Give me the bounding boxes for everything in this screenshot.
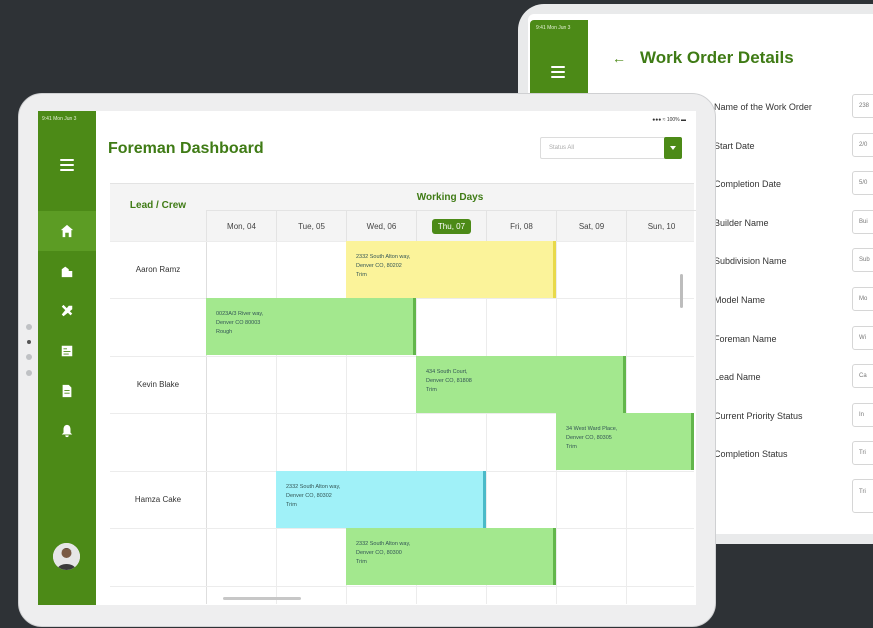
subdivision-name-field[interactable]: Sub — [852, 248, 873, 273]
working-days-header: Working Days — [416, 192, 484, 203]
field-label: Lead Name — [714, 372, 761, 383]
field-label: Foreman Name — [714, 333, 777, 344]
work-order-name-field[interactable]: 238 — [852, 94, 873, 118]
chevron-down-icon[interactable] — [664, 137, 682, 159]
filter-placeholder: Status All — [549, 145, 575, 151]
menu-icon[interactable] — [60, 159, 74, 174]
day-header[interactable]: Tue, 05 — [276, 210, 346, 241]
builder-name-field[interactable]: Bui — [852, 209, 873, 234]
completion-status-field[interactable]: Tri — [852, 441, 873, 466]
day-header-active[interactable]: Thu, 07 — [416, 210, 486, 241]
status-time: 9:41 Mon Jun 3 — [42, 116, 77, 122]
back-arrow-icon[interactable]: ← — [612, 50, 626, 66]
sidebar: 9:41 Mon Jun 3 — [38, 111, 96, 605]
completion-date-field[interactable]: 5/0 — [852, 171, 873, 196]
field-label: Builder Name — [714, 217, 769, 228]
page-title: Work Order Details — [640, 48, 794, 67]
field-label: Completion Status — [714, 449, 788, 460]
sidebar-item-documents[interactable] — [38, 371, 96, 411]
schedule-event[interactable]: 434 South Court, Denver CO, 81808 Trim — [416, 356, 626, 413]
schedule-event[interactable]: 0023A/3 River way, Denver CO 80003 Rough — [206, 298, 416, 355]
dashboard-screen: 9:41 Mon Jun 3 Foreman Dashboard ●●● ≈ 1… — [38, 111, 696, 605]
schedule-event[interactable]: 2332 South Alton way, Denver CO, 80302 Tri… — [276, 471, 486, 528]
tools-icon — [61, 304, 73, 317]
work-order-sidebar: 9:41 Mon Jun 3 — [530, 20, 588, 100]
day-header[interactable]: Mon, 04 — [206, 210, 276, 241]
field-label: Subdivision Name — [714, 256, 787, 267]
sidebar-item-buildings[interactable] — [38, 251, 96, 291]
document-icon — [62, 384, 72, 398]
page-dots — [26, 324, 32, 386]
field-label: Model Name — [714, 294, 766, 305]
start-date-field[interactable]: 2/0 — [852, 132, 873, 157]
notes-textarea[interactable]: Tri — [852, 479, 873, 513]
buildings-icon — [61, 266, 73, 278]
model-name-field[interactable]: Mo — [852, 286, 873, 311]
crew-name: Aaron Ramz — [135, 265, 181, 274]
avatar[interactable] — [53, 543, 80, 570]
horizontal-scrollbar[interactable] — [223, 597, 301, 600]
status-filter-dropdown[interactable]: Status All — [540, 137, 682, 159]
crew-name: Hamza Cake — [134, 495, 182, 504]
vertical-scrollbar[interactable] — [680, 274, 683, 308]
day-header[interactable]: Sun, 10 — [626, 210, 696, 241]
sidebar-item-notifications[interactable] — [38, 411, 96, 451]
status-time: 9:41 Mon Jun 3 — [536, 25, 571, 31]
menu-icon[interactable] — [551, 66, 565, 81]
bell-icon — [61, 424, 73, 438]
sidebar-item-home[interactable] — [38, 211, 96, 251]
day-header[interactable]: Sat, 09 — [556, 210, 626, 241]
field-label: Completion Date — [714, 179, 782, 190]
lead-name-field[interactable]: Ca — [852, 364, 873, 389]
schedule-grid: Lead / Crew Working Days Mon, 04 Tue, 05… — [110, 183, 696, 604]
user-avatar-icon — [53, 543, 80, 570]
crew-name: Kevin Blake — [136, 380, 180, 389]
field-label: Current Priority Status — [714, 410, 803, 421]
work-order-header: ← Work Order Details — [612, 48, 794, 68]
schedule-event[interactable]: 2332 South Alton way, Denver CO, 80300 Tri… — [346, 528, 556, 585]
field-label: Start Date — [714, 140, 755, 151]
foreman-name-field[interactable]: Wi — [852, 325, 873, 350]
report-icon — [61, 345, 73, 357]
battery-percent: 100% — [666, 117, 680, 123]
priority-status-field[interactable]: In — [852, 402, 873, 427]
sidebar-item-tools[interactable] — [38, 291, 96, 331]
day-header[interactable]: Fri, 08 — [486, 210, 556, 241]
page-title: Foreman Dashboard — [108, 140, 264, 157]
schedule-event[interactable]: 34 West Ward Place, Denver CO, 80305 Trim — [556, 413, 694, 470]
day-header[interactable]: Wed, 06 — [346, 210, 416, 241]
schedule-event[interactable]: 2332 South Alton way, Denver CO, 80202 Tri… — [346, 241, 556, 298]
field-label: Name of the Work Order — [714, 102, 812, 112]
sidebar-item-reports[interactable] — [38, 331, 96, 371]
home-icon — [60, 224, 74, 238]
status-bar-battery: ●●● ≈ 100% ▬ — [652, 117, 686, 123]
grid-divider — [206, 241, 207, 604]
dashboard-tablet: 9:41 Mon Jun 3 Foreman Dashboard ●●● ≈ 1… — [18, 93, 716, 627]
lead-crew-header: Lead / Crew — [129, 200, 187, 211]
